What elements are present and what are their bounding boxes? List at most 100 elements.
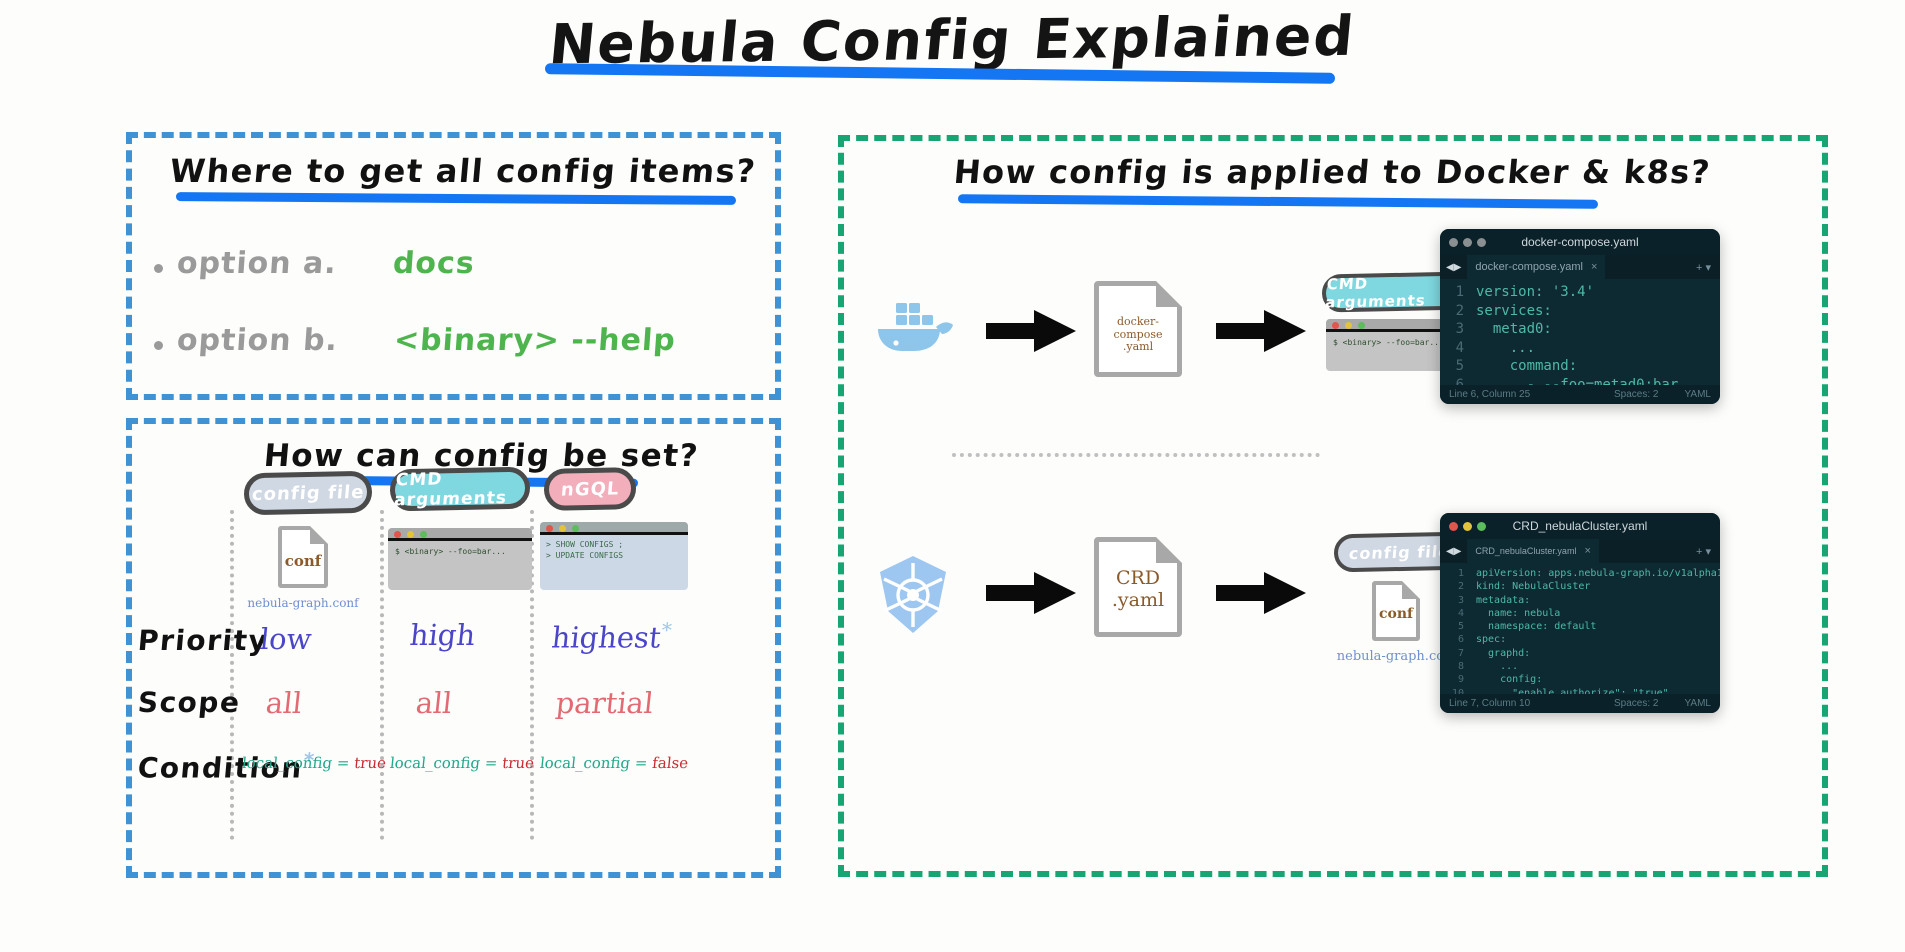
cell-scope-ngql: partial <box>554 686 656 720</box>
conf-file-text: conf <box>284 552 322 570</box>
code-line: 7 graphd: <box>1440 647 1720 660</box>
line-code: spec: <box>1476 634 1507 646</box>
option-row-b: option b. <binary> --help <box>154 323 678 358</box>
terminal-close-dot-icon <box>1332 322 1339 329</box>
editor-window-title: CRD_nebulaCluster.yaml <box>1512 519 1648 533</box>
editor-statusbar: Line 6, Column 25 Spaces: 2 YAML <box>1440 385 1720 404</box>
line-number: 1 <box>1457 568 1464 579</box>
line-code: config: <box>1476 674 1543 686</box>
condition-key: local_config = <box>389 754 499 772</box>
option-a-value: docs <box>391 246 476 281</box>
code-line: 9 config: <box>1440 673 1720 686</box>
flow-arrow-icon <box>1216 310 1306 352</box>
line-code: command: <box>1476 358 1578 375</box>
editor-tabbar: ◀▶ CRD_nebulaCluster.yaml × + ▾ <box>1440 539 1720 563</box>
condition-value: true <box>501 754 535 772</box>
close-icon[interactable]: × <box>1591 261 1597 273</box>
editor-statusbar: Line 7, Column 10 Spaces: 2 YAML <box>1440 694 1720 713</box>
code-line: 5 command: <box>1440 357 1720 376</box>
line-code: kind: NebulaCluster <box>1476 581 1591 593</box>
column-separator <box>380 510 384 840</box>
option-b-value: <binary> --help <box>392 323 678 358</box>
status-left: Line 7, Column 10 <box>1449 698 1531 709</box>
row-label-priority-text: Priority <box>136 624 270 657</box>
terminal-body: > SHOW CONFIGS ; > UPDATE CONFIGS <box>540 535 688 565</box>
terminal-maximize-dot-icon <box>420 531 427 538</box>
cell-condition-ngql: local_config = false <box>539 754 689 772</box>
line-code: apiVersion: apps.nebula-graph.io/v1alpha… <box>1476 568 1720 579</box>
status-spaces: Spaces: 2 <box>1614 389 1659 400</box>
window-minimize-dot-icon[interactable] <box>1463 522 1472 531</box>
condition-value: true <box>353 754 387 772</box>
editor-titlebar: docker-compose.yaml <box>1440 229 1720 255</box>
option-row-a: option a. docs <box>154 246 676 281</box>
editor-tab[interactable]: docker-compose.yaml × <box>1467 255 1606 279</box>
line-code: graphd: <box>1476 647 1531 659</box>
bubble-config-file: config file <box>243 470 373 516</box>
row-label-scope: Scope <box>137 686 242 719</box>
doc-fold-icon <box>310 526 328 544</box>
editor-tabbar: ◀▶ docker-compose.yaml × + ▾ <box>1440 255 1720 279</box>
cell-condition-config-file: local_config = true <box>241 754 387 772</box>
tab-nav-arrows-icon[interactable]: ◀▶ <box>1440 262 1467 273</box>
panel-apply-heading: How config is applied to Docker & k8s? <box>952 153 1713 191</box>
editor-tab[interactable]: CRD_nebulaCluster.yaml × <box>1467 539 1599 563</box>
code-line: 4 ... <box>1440 339 1720 358</box>
panel-where-heading: Where to get all config items? <box>168 152 758 190</box>
terminal-minimize-dot-icon <box>1345 322 1352 329</box>
window-maximize-dot-icon[interactable] <box>1477 238 1486 247</box>
docker-compose-doc-label: docker-compose .yaml <box>1113 315 1163 354</box>
line-code: metadata: <box>1476 594 1531 606</box>
terminal-titlebar <box>388 528 532 541</box>
k8s-conf-file-icon: conf <box>1372 581 1420 641</box>
code-line: 4 name: nebula <box>1440 607 1720 620</box>
cell-scope-config-file: all <box>264 686 304 720</box>
docker-compose-doc-icon: docker-compose .yaml <box>1094 281 1182 377</box>
code-line: 8 ... <box>1440 660 1720 673</box>
condition-value: false <box>651 754 690 772</box>
doc-fold-icon <box>1156 537 1182 563</box>
terminal-line: > UPDATE CONFIGS <box>546 551 624 560</box>
window-close-dot-icon[interactable] <box>1449 522 1458 531</box>
line-number: 8 <box>1457 661 1464 673</box>
line-code: name: nebula <box>1476 607 1561 619</box>
line-number: 9 <box>1457 674 1464 686</box>
code-line: 1 version: '3.4' <box>1440 283 1720 302</box>
editor-code-area[interactable]: 1 apiVersion: apps.nebula-graph.io/v1alp… <box>1440 563 1720 713</box>
cell-priority-cmd: high <box>408 618 477 652</box>
bubble-ngql: nGQL <box>543 467 637 511</box>
code-line: 1 apiVersion: apps.nebula-graph.io/v1alp… <box>1440 567 1720 580</box>
window-maximize-dot-icon[interactable] <box>1477 522 1486 531</box>
tab-nav-arrows-icon[interactable]: ◀▶ <box>1440 546 1467 557</box>
line-number: 3 <box>1455 321 1464 338</box>
editor-titlebar: CRD_nebulaCluster.yaml <box>1440 513 1720 539</box>
bullet-icon <box>154 341 163 350</box>
cell-condition-cmd: local_config = true <box>389 754 535 772</box>
editor-docker-compose[interactable]: docker-compose.yaml ◀▶ docker-compose.ya… <box>1440 229 1720 404</box>
bubble-ngql-label: nGQL <box>559 477 621 501</box>
column-separator <box>230 510 234 840</box>
code-line: 6 spec: <box>1440 633 1720 646</box>
window-close-dot-icon[interactable] <box>1449 238 1458 247</box>
terminal-line: $ <binary> --foo=bar... <box>395 547 506 556</box>
window-minimize-dot-icon[interactable] <box>1463 238 1472 247</box>
line-code: version: '3.4' <box>1476 284 1595 300</box>
panel-how-config-set: How can config be set? config file CMD a… <box>126 418 781 878</box>
line-number: 6 <box>1457 634 1464 646</box>
tab-add-icon[interactable]: + ▾ <box>1696 545 1720 558</box>
editor-code-area[interactable]: 1 version: '3.4' 2 services: 3 metad0: 4… <box>1440 279 1720 395</box>
code-line: 3 metadata: <box>1440 594 1720 607</box>
option-b-label: option b. <box>175 323 340 358</box>
flow-arrow-icon <box>986 310 1076 352</box>
panel-how-config-applied: How config is applied to Docker & k8s? d… <box>838 135 1828 877</box>
row-label-scope-text: Scope <box>136 686 242 719</box>
status-spaces: Spaces: 2 <box>1614 698 1659 709</box>
flow-arrow-icon <box>1216 572 1306 614</box>
flow-divider <box>952 453 1320 457</box>
status-left: Line 6, Column 25 <box>1449 389 1531 400</box>
tab-add-icon[interactable]: + ▾ <box>1696 261 1720 274</box>
editor-crd-nebulacluster[interactable]: CRD_nebulaCluster.yaml ◀▶ CRD_nebulaClus… <box>1440 513 1720 713</box>
terminal-maximize-dot-icon <box>572 525 579 532</box>
close-icon[interactable]: × <box>1584 545 1590 557</box>
line-number: 7 <box>1457 647 1464 659</box>
